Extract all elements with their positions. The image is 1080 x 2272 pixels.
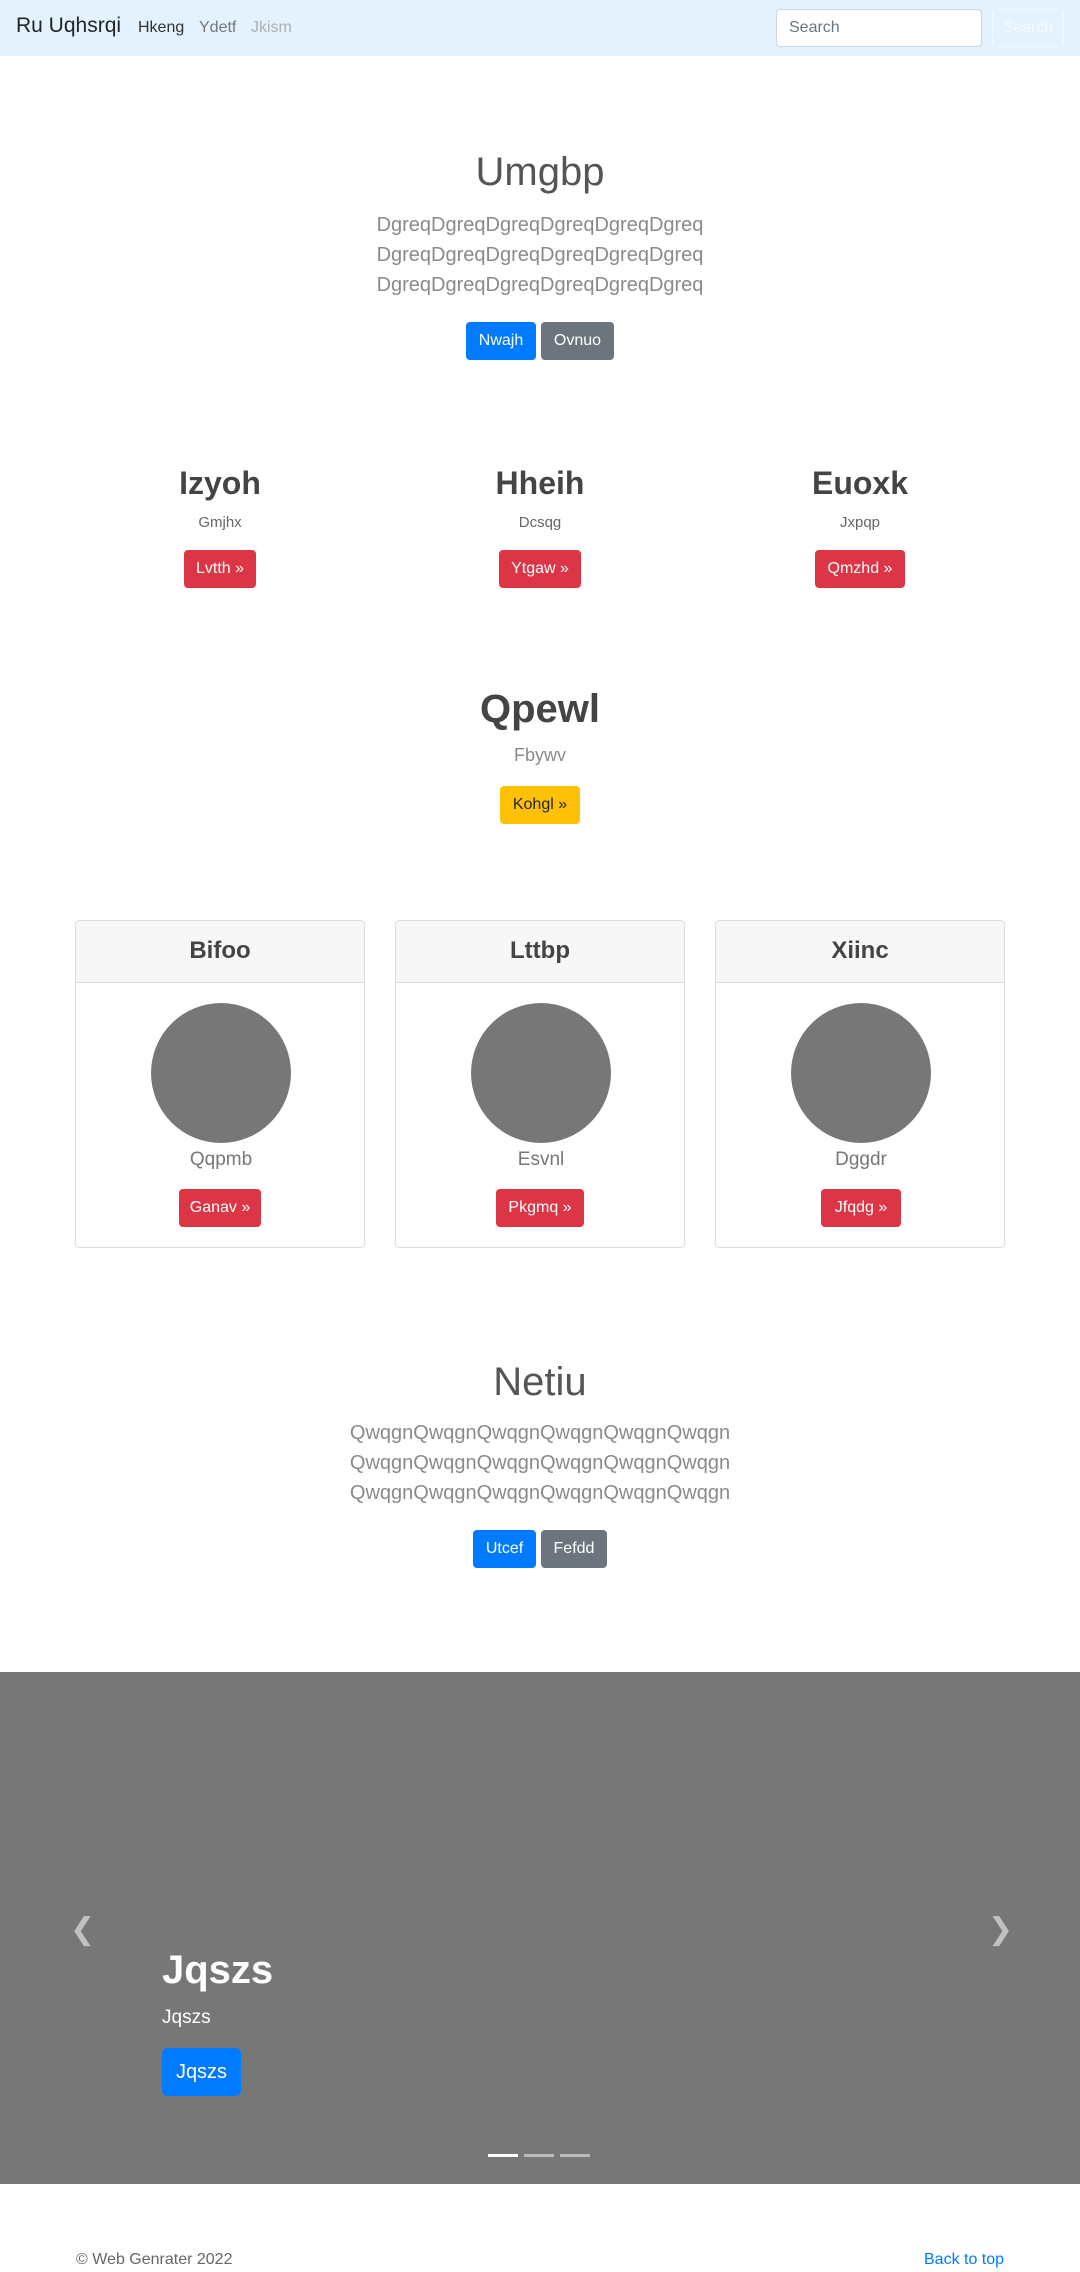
feature-title: Hheih (495, 465, 585, 501)
nav-link-hkeng[interactable]: Hkeng (138, 19, 184, 37)
card: Bifoo Qqpmb Ganav » (75, 920, 365, 1248)
card-text: Dggdr (835, 1149, 887, 1170)
cta-title: Qpewl (479, 687, 601, 731)
cta-text: Fbywv (513, 745, 566, 765)
card-image-placeholder (151, 1003, 291, 1143)
hero2-lead-line: QwqgnQwqgnQwqgnQwqgnQwqgnQwqgn (349, 1482, 731, 1504)
hero2-lead-line: QwqgnQwqgnQwqgnQwqgnQwqgnQwqgn (349, 1422, 731, 1444)
card-button[interactable]: Pkgmq » (496, 1189, 584, 1227)
card-text: Esvnl (517, 1149, 565, 1170)
feature-title: Izyoh (179, 465, 261, 501)
hero2-primary-button[interactable]: Utcef (473, 1530, 536, 1568)
carousel-subtitle: Jqszs (162, 2007, 211, 2028)
hero-lead: DgreqDgreqDgreqDgreqDgreqDgreq DgreqDgre… (0, 210, 1080, 300)
search-button[interactable]: Search (992, 9, 1064, 47)
navbar: Ru Uqhsrqi Hkeng Ydetf Jkism Search (0, 0, 1080, 56)
hero-title: Umgbp (475, 150, 605, 194)
navbar-brand[interactable]: Ru Uqhsrqi (16, 14, 121, 38)
chevron-left-icon[interactable]: ❮ (70, 1912, 95, 1947)
card-button[interactable]: Ganav » (179, 1189, 261, 1227)
feature-button[interactable]: Lvtth » (184, 550, 256, 588)
nav-link-jkism[interactable]: Jkism (251, 19, 292, 37)
card-text: Qqpmb (189, 1149, 253, 1170)
hero2-lead-line: QwqgnQwqgnQwqgnQwqgnQwqgnQwqgn (349, 1452, 731, 1474)
feature-button[interactable]: Ytgaw » (499, 550, 581, 588)
hero-secondary-button[interactable]: Ovnuo (541, 322, 614, 360)
feature-text: Jxpqp (839, 514, 881, 531)
feature-text: Dcsqg (518, 514, 562, 531)
carousel-title: Jqszs (162, 1948, 274, 1992)
hero2-title: Netiu (493, 1360, 587, 1404)
chevron-right-icon[interactable]: ❯ (988, 1912, 1013, 1947)
feature-button[interactable]: Qmzhd » (815, 550, 905, 588)
card: Lttbp Esvnl Pkgmq » (395, 920, 685, 1248)
card-header: Bifoo (76, 921, 364, 983)
card-image-placeholder (791, 1003, 931, 1143)
hero-lead-line: DgreqDgreqDgreqDgreqDgreqDgreq (376, 274, 704, 296)
feature-title: Euoxk (811, 465, 909, 501)
carousel-indicator[interactable] (488, 2154, 518, 2157)
carousel: ❮ ❯ Jqszs Jqszs Jqszs (0, 1672, 1080, 2184)
hero2-lead: QwqgnQwqgnQwqgnQwqgnQwqgnQwqgn QwqgnQwqg… (0, 1418, 1080, 1508)
card-image-placeholder (471, 1003, 611, 1143)
hero-lead-line: DgreqDgreqDgreqDgreqDgreqDgreq (376, 214, 704, 236)
footer-copyright: © Web Genrater 2022 (76, 2251, 233, 2268)
feature-text: Gmjhx (198, 514, 242, 531)
search-input[interactable] (776, 9, 982, 47)
carousel-indicator[interactable] (524, 2154, 554, 2157)
hero-primary-button[interactable]: Nwajh (466, 322, 536, 360)
carousel-button[interactable]: Jqszs (162, 2048, 241, 2096)
hero2-secondary-button[interactable]: Fefdd (541, 1530, 607, 1568)
card-button[interactable]: Jfqdg » (821, 1189, 901, 1227)
card-header: Lttbp (396, 921, 684, 983)
card: Xiinc Dggdr Jfqdg » (715, 920, 1005, 1248)
card-header: Xiinc (716, 921, 1004, 983)
carousel-indicator[interactable] (560, 2154, 590, 2157)
cta-button[interactable]: Kohgl » (500, 786, 580, 824)
back-to-top-link[interactable]: Back to top (924, 2251, 1004, 2269)
nav-link-ydetf[interactable]: Ydetf (199, 19, 236, 37)
hero-lead-line: DgreqDgreqDgreqDgreqDgreqDgreq (376, 244, 704, 266)
